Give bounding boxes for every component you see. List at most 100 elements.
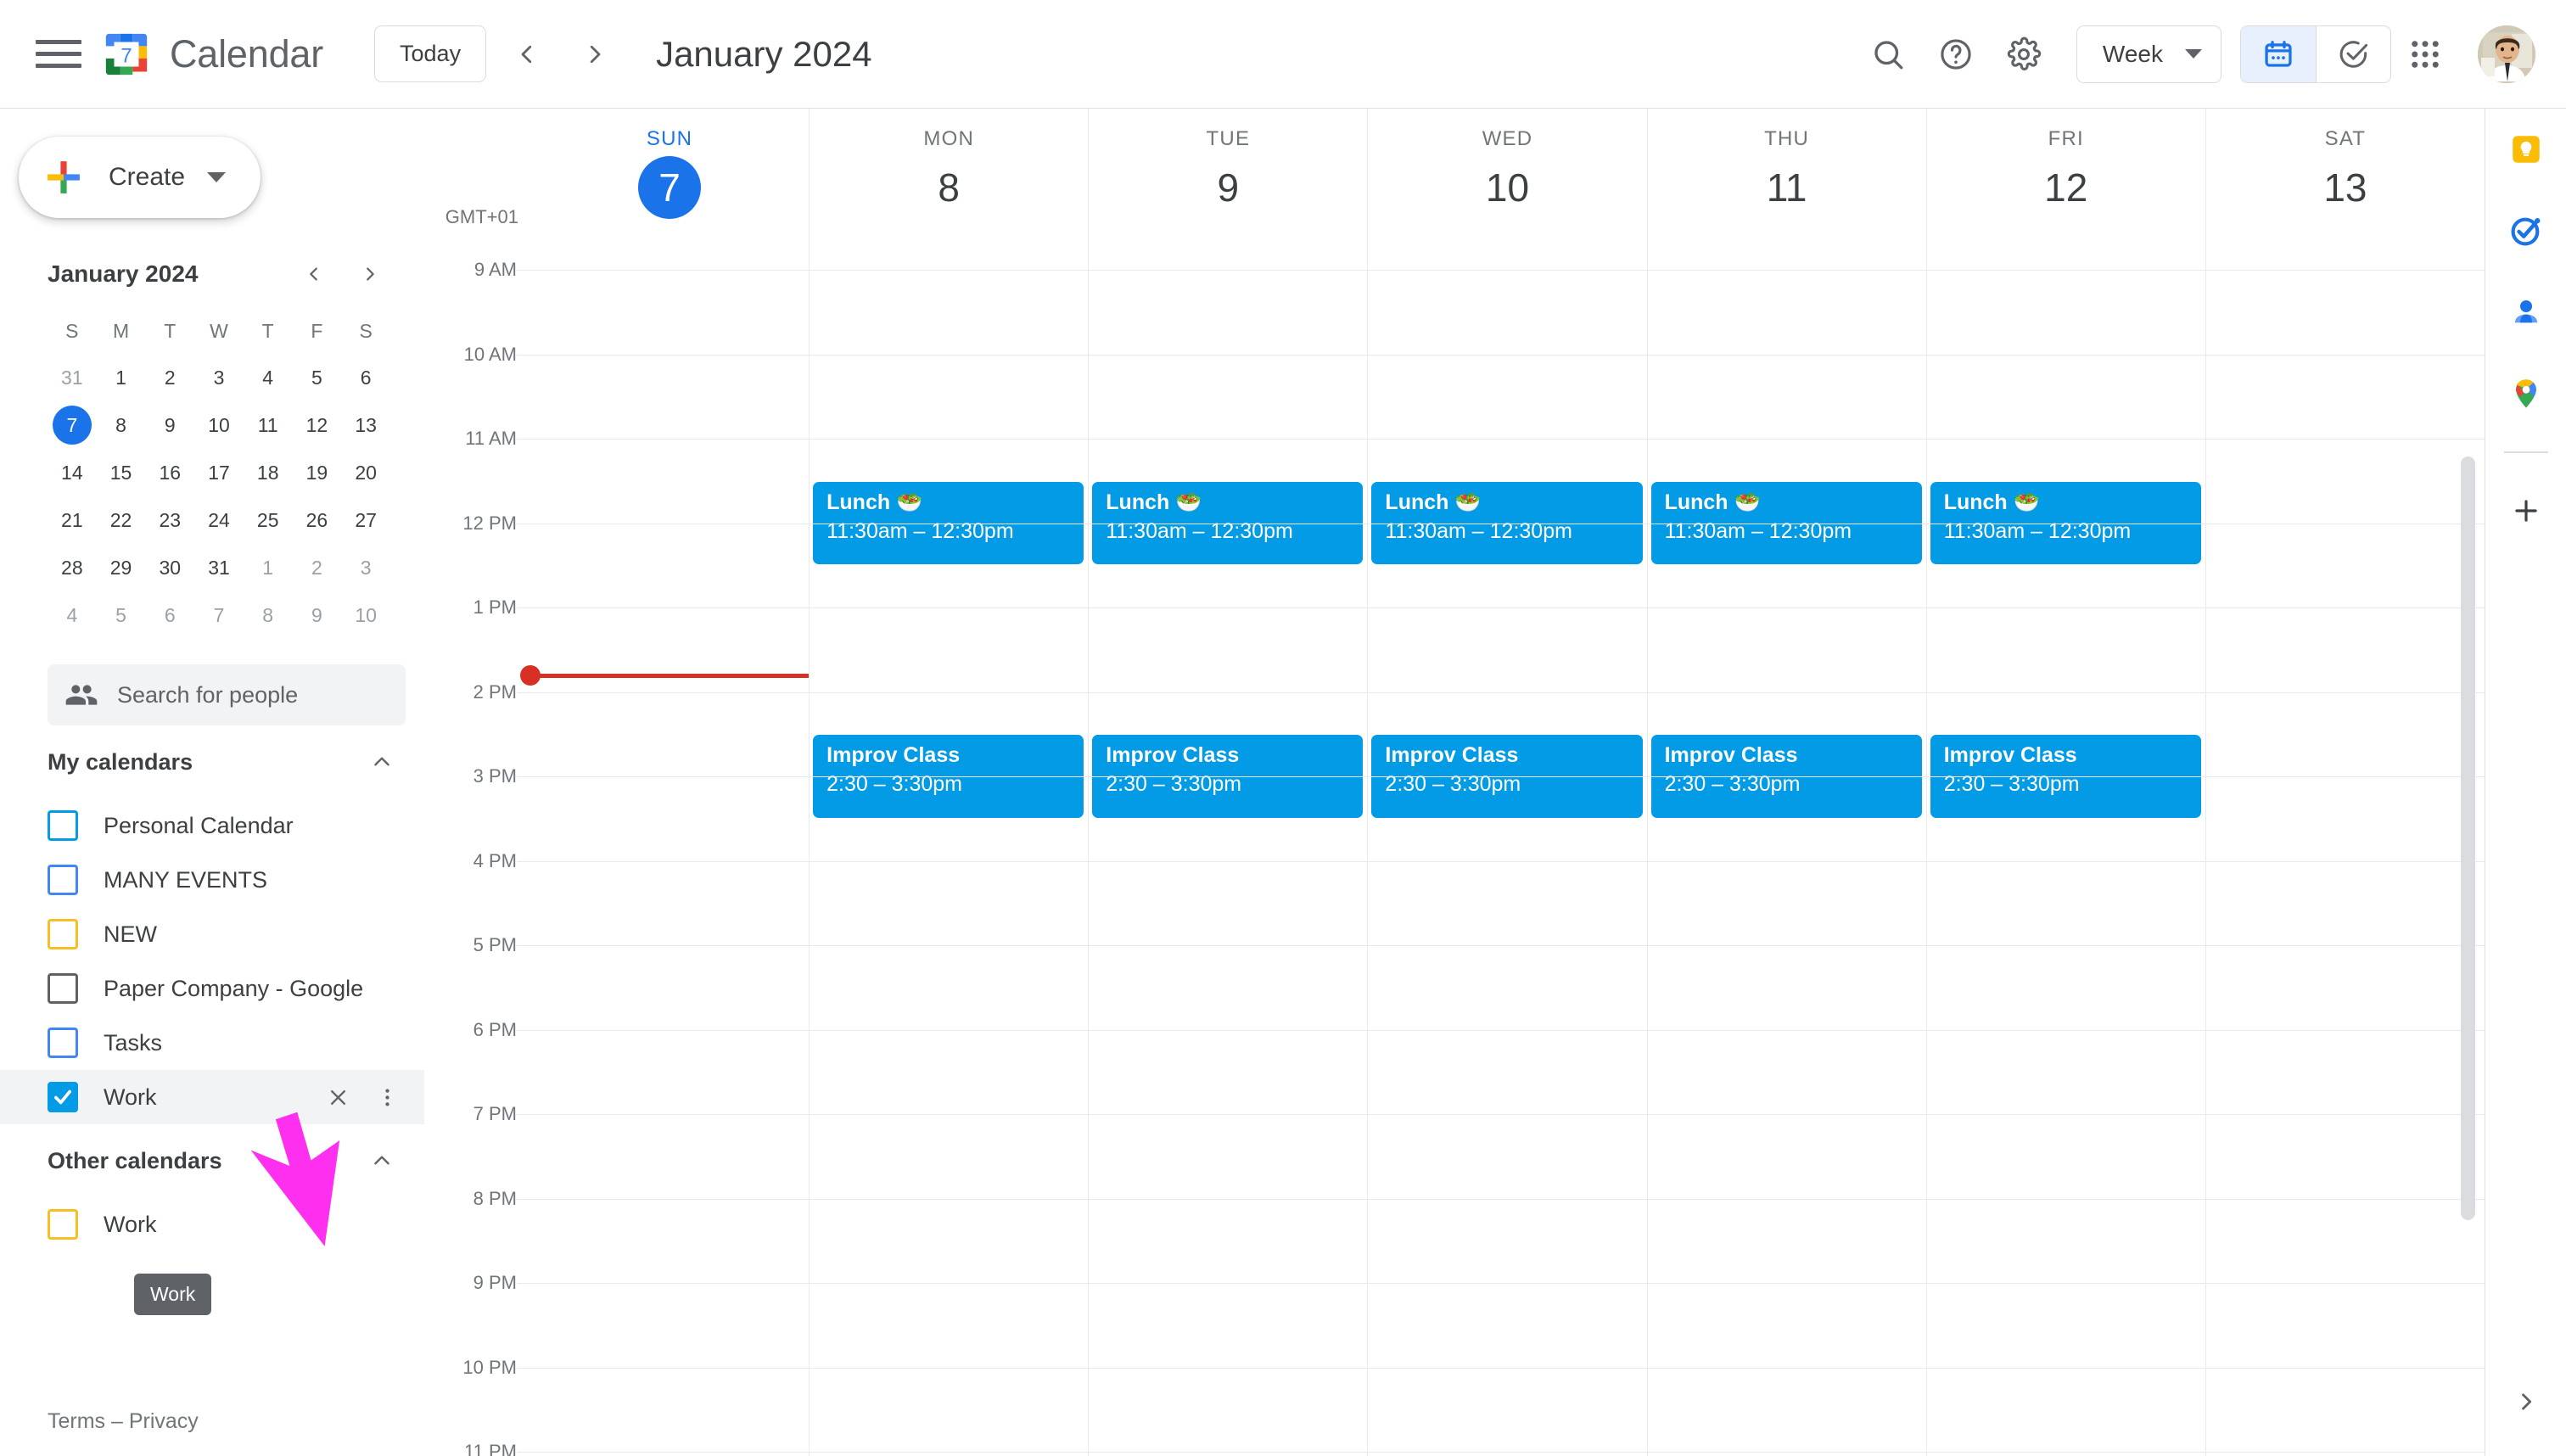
day-header-mon[interactable]: MON 8	[809, 109, 1088, 244]
mini-calendar-day[interactable]: 9	[293, 595, 342, 636]
google-keep-button[interactable]	[2485, 109, 2566, 190]
calendar-checkbox[interactable]	[48, 810, 78, 841]
mini-calendar-day[interactable]: 23	[145, 500, 194, 540]
mini-calendar-day[interactable]: 8	[244, 595, 293, 636]
day-number-label[interactable]: 10	[1476, 156, 1538, 219]
expand-side-panel-button[interactable]	[2485, 1364, 2566, 1439]
add-side-panel-app-button[interactable]	[2485, 470, 2566, 552]
mini-calendar-day[interactable]: 7	[48, 405, 97, 445]
my-calendar-item[interactable]: Tasks	[0, 1016, 424, 1070]
terms-privacy-links[interactable]: Terms – Privacy	[48, 1409, 199, 1434]
tab-calendar-view[interactable]	[2241, 25, 2316, 82]
google-apps-button[interactable]	[2391, 20, 2459, 88]
mini-calendar-next-button[interactable]	[350, 254, 390, 294]
mini-calendar-day[interactable]: 26	[293, 500, 342, 540]
search-for-people-input[interactable]: Search for people	[48, 664, 406, 725]
day-header-thu[interactable]: THU 11	[1646, 109, 1926, 244]
mini-calendar-day[interactable]: 25	[244, 500, 293, 540]
view-selector[interactable]: Week	[2076, 25, 2221, 83]
calendar-grid-scroll[interactable]: 9 AM 10 AM 11 AM 12 PM 1 PM 2 PM 3 PM 4 PM 5 PM 6…	[424, 244, 2485, 1456]
day-number-label[interactable]: 7	[638, 156, 702, 219]
mini-calendar-day[interactable]: 27	[341, 500, 390, 540]
other-calendar-item[interactable]: Work	[0, 1197, 424, 1252]
mini-calendar-day[interactable]: 2	[293, 547, 342, 588]
mini-calendar-day[interactable]: 21	[48, 500, 97, 540]
mini-calendar-day[interactable]: 10	[194, 405, 244, 445]
avatar[interactable]	[2478, 25, 2535, 83]
day-number-label[interactable]: 8	[917, 156, 980, 219]
mini-calendar-day[interactable]: 4	[244, 357, 293, 398]
day-column-tue[interactable]: Lunch 🥗 11:30am – 12:30pm Improv Class 2:30…	[1088, 244, 1367, 1456]
calendar-checkbox[interactable]	[48, 919, 78, 949]
mini-calendar-day[interactable]: 5	[293, 357, 342, 398]
google-tasks-button[interactable]	[2485, 190, 2566, 272]
mini-calendar-day[interactable]: 31	[48, 357, 97, 398]
day-header-tue[interactable]: TUE 9	[1088, 109, 1367, 244]
google-contacts-button[interactable]	[2485, 272, 2566, 353]
next-period-button[interactable]	[568, 27, 622, 81]
mini-calendar-prev-button[interactable]	[294, 254, 334, 294]
day-column-fri[interactable]: Lunch 🥗 11:30am – 12:30pm Improv Class 2:30…	[1925, 244, 2205, 1456]
mini-calendar-day[interactable]: 1	[244, 547, 293, 588]
calendar-checkbox[interactable]	[48, 973, 78, 1004]
vertical-scrollbar[interactable]	[2461, 456, 2475, 1220]
mini-calendar-day[interactable]: 30	[145, 547, 194, 588]
my-calendar-item[interactable]: NEW	[0, 907, 424, 961]
mini-calendar-day[interactable]: 1	[97, 357, 146, 398]
mini-calendar-day[interactable]: 20	[341, 452, 390, 493]
tab-tasks-view[interactable]	[2316, 25, 2390, 82]
mini-calendar-day[interactable]: 12	[293, 405, 342, 445]
my-calendar-item[interactable]: Paper Company - Google	[0, 961, 424, 1016]
my-calendars-collapse-button[interactable]	[358, 738, 406, 786]
mini-calendar-day[interactable]: 16	[145, 452, 194, 493]
mini-calendar-day[interactable]: 29	[97, 547, 146, 588]
mini-calendar-day[interactable]: 19	[293, 452, 342, 493]
other-calendars-collapse-button[interactable]	[358, 1137, 406, 1184]
mini-calendar-day[interactable]: 6	[341, 357, 390, 398]
day-number-label[interactable]: 11	[1756, 156, 1818, 219]
mini-calendar-day[interactable]: 13	[341, 405, 390, 445]
day-column-sat[interactable]	[2205, 244, 2485, 1456]
day-column-wed[interactable]: Lunch 🥗 11:30am – 12:30pm Improv Class 2:30…	[1367, 244, 1646, 1456]
mini-calendar-day[interactable]: 31	[194, 547, 244, 588]
mini-calendar-day[interactable]: 8	[97, 405, 146, 445]
google-calendar-logo[interactable]: 7	[102, 30, 151, 79]
mini-calendar-day[interactable]: 4	[48, 595, 97, 636]
mini-calendar-day[interactable]: 10	[341, 595, 390, 636]
my-calendars-header[interactable]: My calendars	[48, 725, 406, 798]
calendar-checkbox[interactable]	[48, 1209, 78, 1240]
day-header-wed[interactable]: WED 10	[1367, 109, 1646, 244]
calendar-checkbox[interactable]	[48, 865, 78, 895]
my-calendar-item[interactable]: Work	[0, 1070, 424, 1124]
mini-calendar-day[interactable]: 18	[244, 452, 293, 493]
hamburger-menu-icon[interactable]	[36, 37, 81, 71]
day-number-label[interactable]: 12	[2035, 156, 2098, 219]
day-column-sun[interactable]	[520, 244, 810, 1456]
calendar-options-button[interactable]	[365, 1075, 409, 1119]
calendar-checkbox[interactable]	[48, 1082, 78, 1112]
mini-calendar-day[interactable]: 17	[194, 452, 244, 493]
mini-calendar-day[interactable]: 22	[97, 500, 146, 540]
mini-calendar-day[interactable]: 3	[194, 357, 244, 398]
mini-calendar-day[interactable]: 5	[97, 595, 146, 636]
prev-period-button[interactable]	[500, 27, 554, 81]
settings-button[interactable]	[1990, 20, 2058, 88]
mini-calendar-day[interactable]: 9	[145, 405, 194, 445]
mini-calendar-day[interactable]: 24	[194, 500, 244, 540]
help-button[interactable]	[1922, 20, 1990, 88]
calendar-checkbox[interactable]	[48, 1028, 78, 1058]
search-button[interactable]	[1854, 20, 1922, 88]
mini-calendar-day[interactable]: 15	[97, 452, 146, 493]
google-maps-button[interactable]	[2485, 353, 2566, 434]
today-button[interactable]: Today	[374, 25, 487, 82]
day-header-sun[interactable]: SUN 7	[530, 109, 809, 244]
day-number-label[interactable]: 9	[1196, 156, 1259, 219]
day-header-fri[interactable]: FRI 12	[1925, 109, 2205, 244]
mini-calendar-day[interactable]: 11	[244, 405, 293, 445]
mini-calendar-day[interactable]: 3	[341, 547, 390, 588]
day-column-thu[interactable]: Lunch 🥗 11:30am – 12:30pm Improv Class 2:30…	[1646, 244, 1926, 1456]
mini-calendar-day[interactable]: 6	[145, 595, 194, 636]
day-header-sat[interactable]: SAT 13	[2205, 109, 2485, 244]
create-button[interactable]: Create	[19, 137, 261, 218]
mini-calendar-day[interactable]: 2	[145, 357, 194, 398]
